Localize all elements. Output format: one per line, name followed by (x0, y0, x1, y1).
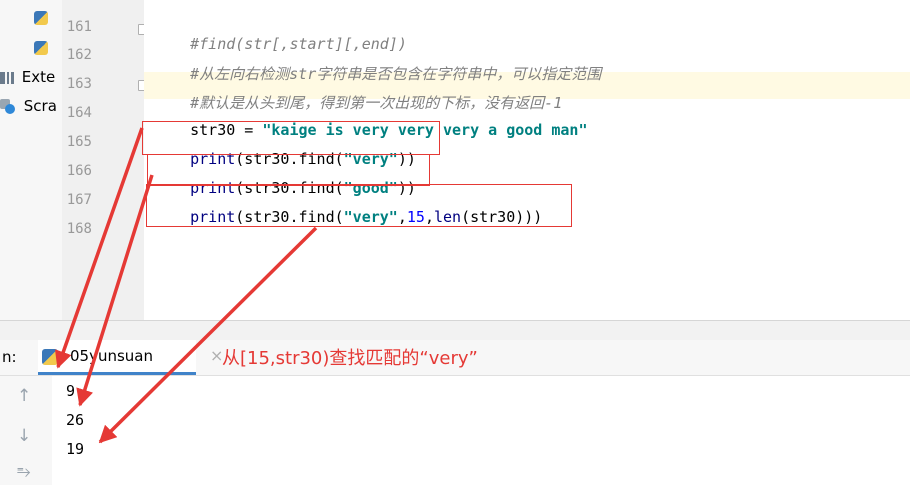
output-line: 26 (66, 411, 85, 429)
line-number: 167 (66, 192, 92, 208)
code-editor[interactable]: #find(str[,start][,end]) #从左向右检测str字符串是否… (142, 0, 910, 320)
console-output[interactable]: 9 26 19 (52, 376, 910, 485)
python-file-icon (42, 349, 58, 365)
project-item-scratches[interactable]: Scra (0, 97, 57, 119)
project-panel: Exte Scra (0, 0, 62, 320)
python-file-icon (34, 40, 48, 55)
project-item-external-libraries[interactable]: Exte (0, 68, 55, 90)
run-panel-label: n: (2, 348, 17, 366)
line-number: 161 (66, 19, 92, 35)
project-item-python-file[interactable] (34, 8, 51, 30)
arrow-down-icon[interactable]: ↓ (17, 426, 31, 446)
line-number: 162 (66, 47, 92, 63)
run-tab-label: 05yunsuan (70, 347, 153, 365)
python-file-icon (34, 10, 48, 25)
run-tab-05yunsuan[interactable]: 05yunsuan × (38, 340, 223, 375)
editor-gutter: 161 162 163 164 165 166 167 168 (62, 0, 147, 320)
line-number: 166 (66, 163, 92, 179)
line-number: 168 (66, 221, 92, 237)
annotation-box-line-167 (146, 184, 572, 227)
line-number: 164 (66, 105, 92, 121)
library-icon (0, 71, 14, 84)
scratch-icon (0, 98, 16, 115)
arrow-up-icon[interactable]: ↑ (17, 386, 31, 406)
project-item-python-file-2[interactable] (34, 38, 51, 60)
line-number: 163 (66, 76, 92, 92)
output-line: 19 (66, 440, 85, 458)
output-line: 9 (66, 382, 76, 400)
annotation-box-line-165 (142, 121, 440, 155)
run-toolbar: ↑ ↓ ⥱ (0, 376, 53, 485)
panel-divider[interactable] (0, 320, 910, 342)
annotation-box-line-166 (147, 154, 430, 186)
line-number: 165 (66, 134, 92, 150)
soft-wrap-icon[interactable]: ⥱ (17, 462, 31, 482)
annotation-text: 从[15,str30)查找匹配的“very” (222, 348, 478, 369)
